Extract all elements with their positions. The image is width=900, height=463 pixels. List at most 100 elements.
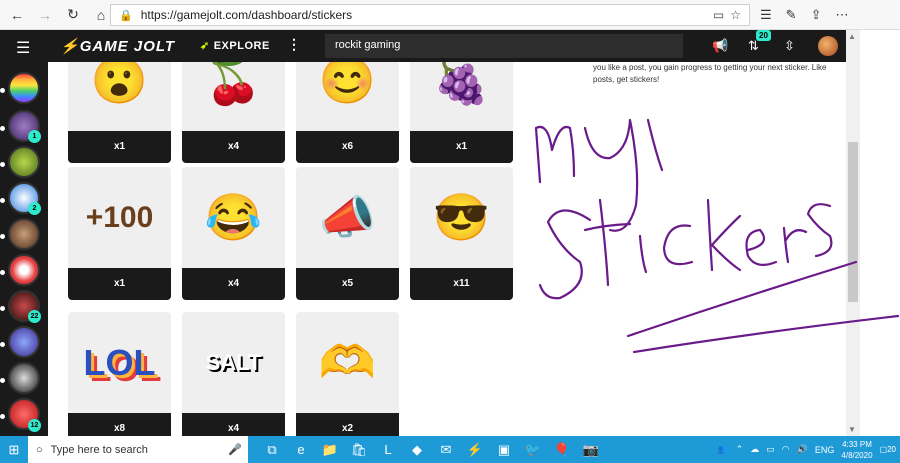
- community-avatar[interactable]: [8, 254, 40, 286]
- sticker-image: 😊: [318, 62, 377, 106]
- sticker-image: 🫶: [318, 336, 377, 388]
- share-icon[interactable]: ⇪: [811, 7, 822, 23]
- compass-icon: ➶: [200, 40, 210, 52]
- site-header: ☰ ⚡GAME JOLT ➶ EXPLORE ⋮ rockit gaming 📢 …: [0, 30, 846, 62]
- unread-dot: [0, 162, 5, 167]
- taskbar-search[interactable]: ○ Type here to search 🎤: [28, 436, 248, 463]
- sticker-count: x6: [296, 131, 399, 163]
- scroll-thumb[interactable]: [848, 142, 858, 302]
- l-app-icon[interactable]: L: [380, 442, 396, 458]
- action-center-icon[interactable]: ▢20: [880, 445, 896, 454]
- sticker-image: 😎: [432, 191, 491, 243]
- cloud-icon[interactable]: ☁: [750, 444, 759, 455]
- chevron-up-icon[interactable]: ⌃: [736, 444, 744, 455]
- back-arrow-icon[interactable]: ←: [6, 4, 28, 26]
- gamejolt-icon[interactable]: ⚡: [467, 442, 483, 458]
- mcafee-icon[interactable]: ◆: [409, 442, 425, 458]
- home-icon[interactable]: ⌂: [90, 4, 112, 26]
- clock[interactable]: 4:33 PM 4/8/2020: [841, 439, 872, 461]
- count-badge: 22: [28, 310, 41, 323]
- microphone-icon[interactable]: 🎤: [228, 443, 242, 456]
- sticker-count: x1: [68, 131, 171, 163]
- file-explorer-icon[interactable]: 📁: [322, 442, 338, 458]
- more-icon[interactable]: ⋯: [835, 7, 848, 23]
- camera-icon[interactable]: 📷: [583, 442, 599, 458]
- people-icon[interactable]: 👥: [718, 444, 729, 455]
- scroll-up-arrow-icon[interactable]: ▲: [848, 32, 856, 41]
- site-logo[interactable]: ⚡GAME JOLT: [60, 37, 175, 55]
- sticker-count: x1: [68, 268, 171, 300]
- sticker-card[interactable]: 😮 x1: [68, 62, 171, 163]
- community-avatar[interactable]: [8, 326, 40, 358]
- more-menu-icon[interactable]: ⋮: [287, 36, 301, 53]
- search-input[interactable]: rockit gaming: [325, 34, 683, 58]
- forward-arrow-icon[interactable]: →: [34, 4, 56, 26]
- sticker-card[interactable]: 🍒 x4: [182, 62, 285, 163]
- sticker-image: +100: [85, 200, 154, 234]
- sticker-count: x11: [410, 268, 513, 300]
- sidebar: 1 2 22 12: [0, 62, 48, 436]
- community-avatar[interactable]: [8, 72, 40, 104]
- media-app-icon[interactable]: ▣: [496, 442, 512, 458]
- sticker-card[interactable]: 😎 x11: [410, 167, 513, 300]
- action-center-count: 20: [887, 445, 896, 454]
- sticker-card[interactable]: 😂 x4: [182, 167, 285, 300]
- sticker-card[interactable]: +100 x1: [68, 167, 171, 300]
- sticker-card[interactable]: 🍇 x1: [410, 62, 513, 163]
- sticker-image: 😮: [90, 62, 149, 106]
- unread-dot: [0, 342, 5, 347]
- sticker-card[interactable]: 🫶 x2: [296, 312, 399, 436]
- community-avatar[interactable]: [8, 146, 40, 178]
- lock-icon: 🔒: [119, 9, 133, 22]
- task-view-icon[interactable]: ⧉: [264, 442, 280, 458]
- sticker-image: 🍇: [432, 62, 491, 106]
- user-avatar[interactable]: [818, 36, 838, 56]
- unread-dot: [0, 88, 5, 93]
- unread-dot: [0, 198, 5, 203]
- sticker-count: x1: [410, 131, 513, 163]
- sticker-count: x5: [296, 268, 399, 300]
- store-icon[interactable]: 🛍: [351, 442, 368, 458]
- sticker-card[interactable]: 📣 x5: [296, 167, 399, 300]
- reading-view-icon[interactable]: ▭: [713, 8, 724, 22]
- system-tray: 👥 ⌃ ☁ ▭ ◠ 🔊 ENG 4:33 PM 4/8/2020 ▢20: [718, 436, 896, 463]
- pen-icon[interactable]: ✎: [786, 7, 797, 23]
- clock-date: 4/8/2020: [841, 450, 873, 460]
- sticker-card[interactable]: LOL x8: [68, 312, 171, 436]
- page-margin: [860, 30, 900, 436]
- sticker-image: 😂: [204, 191, 263, 243]
- balloon-app-icon[interactable]: 🎈: [554, 442, 570, 458]
- sticker-card[interactable]: 😊 x6: [296, 62, 399, 163]
- windows-start-icon[interactable]: ⊞: [0, 436, 28, 463]
- sticker-image: LOL: [83, 341, 156, 383]
- unread-dot: [0, 378, 5, 383]
- mail-icon[interactable]: ✉: [438, 442, 454, 458]
- sticker-card[interactable]: SALT x4: [182, 312, 285, 436]
- edge-icon[interactable]: e: [293, 442, 309, 458]
- address-bar[interactable]: 🔒 https://gamejolt.com/dashboard/sticker…: [110, 4, 750, 26]
- sticker-count: x4: [182, 268, 285, 300]
- megaphone-icon[interactable]: 📢: [712, 38, 728, 54]
- language-indicator[interactable]: ENG: [815, 445, 835, 455]
- count-badge: 12: [28, 419, 41, 432]
- battery-icon[interactable]: ▭: [766, 444, 775, 455]
- refresh-icon[interactable]: ↻: [62, 4, 84, 26]
- community-avatar[interactable]: [8, 362, 40, 394]
- windows-taskbar: ⊞ ○ Type here to search 🎤 ⧉ e 📁 🛍 L ◆ ✉ …: [0, 436, 900, 463]
- hamburger-menu-icon[interactable]: ☰: [16, 38, 30, 58]
- wifi-icon[interactable]: ◠: [782, 444, 790, 455]
- favorite-star-icon[interactable]: ☆: [730, 8, 741, 22]
- search-icon: ○: [36, 443, 43, 456]
- taskbar-search-placeholder: Type here to search: [50, 443, 148, 456]
- community-avatar[interactable]: [8, 218, 40, 250]
- unread-dot: [0, 270, 5, 275]
- favorites-icon[interactable]: ☰: [760, 7, 772, 23]
- page-scrollbar[interactable]: ▲ ▼: [846, 30, 860, 436]
- volume-icon[interactable]: 🔊: [797, 444, 808, 455]
- explore-link[interactable]: ➶ EXPLORE: [200, 39, 270, 52]
- notifications-icon[interactable]: ⇳: [784, 38, 795, 54]
- stickers-intro-text: you like a post, you gain progress to ge…: [593, 63, 827, 84]
- notification-badge: 20: [756, 30, 771, 41]
- twitter-icon[interactable]: 🐦: [525, 442, 541, 458]
- scroll-down-arrow-icon[interactable]: ▼: [848, 425, 856, 434]
